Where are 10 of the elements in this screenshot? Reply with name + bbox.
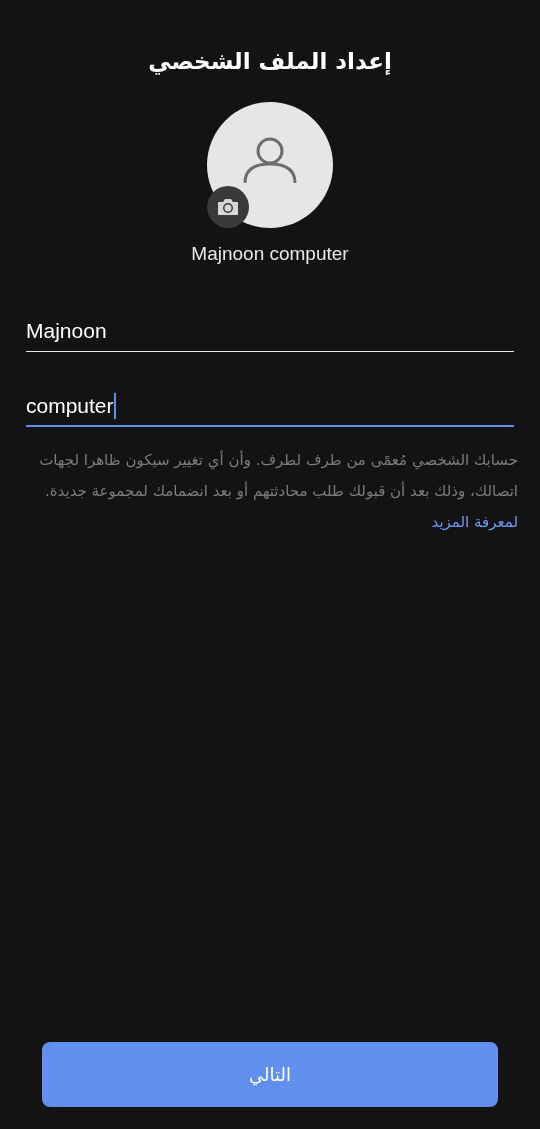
- page-title: إعداد الملف الشخصي: [148, 47, 392, 77]
- input-field[interactable]: computer: [26, 386, 514, 427]
- learn-more-link[interactable]: لمعرفة المزيد: [431, 513, 518, 531]
- info-text: حسابك الشخصي مُعمًى من طرف لطرف. وأن أي تغيير سيكون ظاهرا لجهات اتصالك، وذلك بعد أن قبولك طلب محادثتهم أو بعد انضمامك لمجموعة جديدة. لمعرفة المزيد: [38, 449, 518, 533]
- text-cursor: [113, 392, 116, 419]
- input-field[interactable]: Majnoon: [26, 311, 514, 352]
- camera-button[interactable]: [207, 186, 249, 228]
- person-icon: [243, 137, 297, 185]
- profile-name: Majnoon computer: [191, 242, 349, 266]
- camera-icon: [216, 197, 240, 217]
